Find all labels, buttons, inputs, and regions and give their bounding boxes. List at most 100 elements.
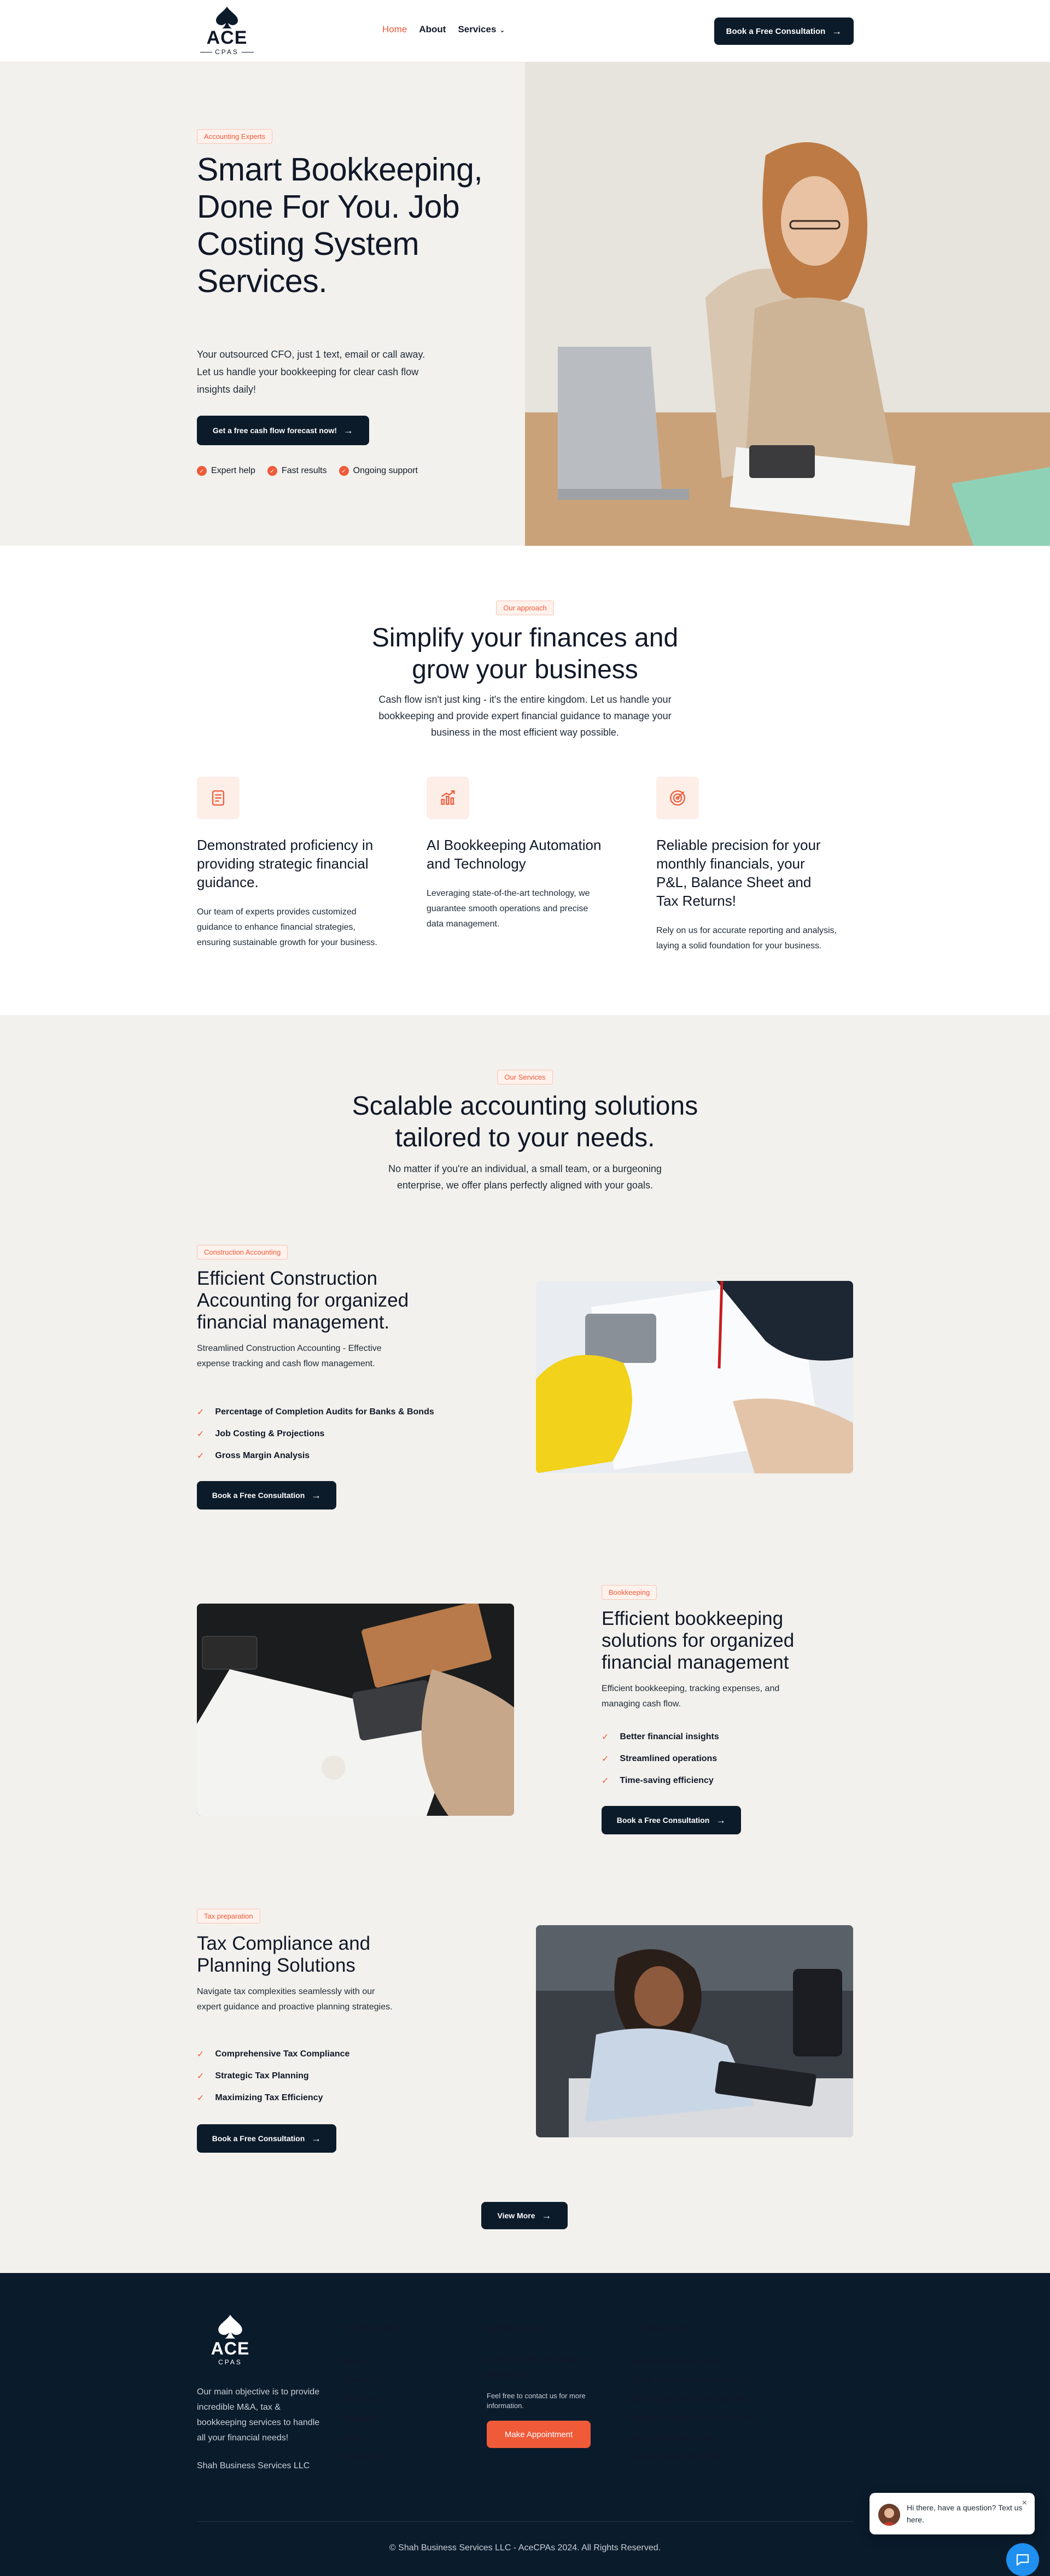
- arrow-right-icon: →: [716, 1814, 726, 1826]
- list-item: ✓ Maximizing Tax Efficiency: [197, 2087, 349, 2109]
- hero-features: ✓ Expert help ✓ Fast results ✓ Ongoing supp…: [197, 466, 418, 476]
- footer-link-about[interactable]: About Us: [342, 2371, 401, 2390]
- spade-icon: [216, 7, 238, 28]
- header-consultation-label: Book a Free Consultation: [726, 26, 826, 36]
- contact-title: Contact Us: [632, 2322, 689, 2335]
- card-text: Our team of experts provides customized …: [197, 907, 377, 947]
- card-title: AI Bookkeeping Automation and Technology: [427, 837, 602, 872]
- chat-launcher-button[interactable]: [1006, 2543, 1039, 2576]
- contact-email[interactable]: admin@acecpas.com: [632, 2352, 756, 2371]
- bookkeeping-list: ✓ Better financial insights ✓ Streamlined …: [602, 1726, 719, 1792]
- list-item-label: Streamlined operations: [620, 1754, 718, 1763]
- check-icon: ✓: [197, 2094, 205, 2103]
- footer-link-contact[interactable]: Contact Us: [342, 2447, 401, 2467]
- bookkeeping-text: Efficient bookkeeping, tracking expenses…: [602, 1684, 780, 1709]
- list-item-label: Percentage of Completion Audits for Bank…: [215, 1407, 434, 1417]
- site-logo[interactable]: ACE CPAS: [197, 5, 257, 57]
- tax-consultation-button[interactable]: Book a Free Consultation →: [197, 2124, 336, 2153]
- hero-forecast-label: Get a free cash flow forecast now!: [212, 426, 337, 435]
- check-icon: ✓: [197, 1452, 205, 1461]
- list-item: ✓ Streamlined operations: [602, 1748, 719, 1770]
- bookkeeping-pill: Bookkeeping: [602, 1585, 657, 1600]
- work-hours-note: Feel free to contact us for more informa…: [487, 2392, 586, 2410]
- construction-list: ✓ Percentage of Completion Audits for Ban…: [197, 1401, 434, 1467]
- nav-home[interactable]: Home: [382, 24, 407, 35]
- list-item: ✓ Strategic Tax Planning: [197, 2065, 349, 2087]
- footer-logo-title: ACE: [211, 2339, 250, 2358]
- nav-services-label: Services: [458, 24, 497, 34]
- list-item-label: Comprehensive Tax Compliance: [215, 2049, 350, 2059]
- list-item-label: Time-saving efficiency: [620, 1776, 714, 1785]
- spade-icon: [218, 2315, 242, 2339]
- feature-label: Fast results: [281, 466, 327, 475]
- arrow-right-icon: →: [311, 2132, 322, 2144]
- construction-title: Efficient Construction Accounting for or…: [197, 1268, 409, 1333]
- arrow-right-icon: →: [541, 2210, 552, 2221]
- feature-item: ✓ Fast results: [267, 466, 327, 476]
- check-icon: ✓: [197, 1408, 205, 1417]
- services-pill: Our Services: [497, 1070, 553, 1085]
- footer-link-webinar[interactable]: Webinar: [342, 2409, 401, 2428]
- bookkeeping-consultation-button[interactable]: Book a Free Consultation →: [602, 1806, 741, 1834]
- feature-label: Ongoing support: [353, 466, 418, 475]
- card-text: Leveraging state-of-the-art technology, …: [427, 889, 590, 929]
- main-nav: Home About Services ⌄: [382, 24, 505, 35]
- hero-description: Your outsourced CFO, just 1 text, email …: [197, 349, 425, 395]
- make-appointment-button[interactable]: Make Appointment: [487, 2421, 591, 2448]
- check-circle-icon: ✓: [339, 466, 349, 476]
- chat-popup[interactable]: Hi there, have a question? Text us here.…: [870, 2493, 1035, 2534]
- logo-title: ACE: [206, 27, 248, 48]
- button-label: Book a Free Consultation: [616, 1816, 710, 1825]
- contact-line: 5540 Centerview Dr, Ste 204: [632, 2395, 748, 2404]
- contact-line: Raleigh, North Carolina 27606: [632, 2414, 756, 2423]
- list-item-label: Gross Margin Analysis: [215, 1451, 310, 1460]
- approach-card: AI Bookkeeping Automation and Technology…: [427, 777, 607, 932]
- card-text: Rely on us for accurate reporting and an…: [656, 926, 837, 951]
- approach-card: Demonstrated proficiency in providing st…: [197, 777, 377, 951]
- hero-forecast-button[interactable]: Get a free cash flow forecast now! →: [197, 416, 369, 445]
- tax-image: [536, 1925, 853, 2137]
- list-item: ✓ Time-saving efficiency: [602, 1770, 719, 1792]
- feature-label: Expert help: [211, 466, 255, 475]
- check-icon: ✓: [197, 2072, 205, 2081]
- construction-image: [536, 1281, 853, 1473]
- view-more-label: View More: [497, 2211, 535, 2220]
- footer-logo-subtitle: CPAS: [218, 2358, 242, 2366]
- bookkeeping-title: Efficient bookkeeping solutions for orga…: [602, 1608, 795, 1673]
- arrow-right-icon: →: [343, 424, 354, 436]
- contact-line: Greensboro, NC 27455: [632, 2452, 726, 2462]
- footer-link-home[interactable]: Home: [342, 2352, 401, 2371]
- tax-text: Navigate tax complexities seamlessly wit…: [197, 1987, 393, 2012]
- approach-title: Simplify your finances and grow your bus…: [371, 623, 679, 684]
- header-consultation-button[interactable]: Book a Free Consultation →: [714, 18, 854, 45]
- card-title: Demonstrated proficiency in providing st…: [197, 837, 374, 890]
- construction-text: Streamlined Construction Accounting - Ef…: [197, 1344, 382, 1368]
- list-item: ✓ Percentage of Completion Audits for Ban…: [197, 1401, 434, 1423]
- work-hours-title: Work Hours: [487, 2322, 547, 2335]
- close-icon[interactable]: ×: [1022, 2498, 1027, 2508]
- target-icon: [656, 777, 699, 819]
- construction-pill: Construction Accounting: [197, 1245, 288, 1260]
- nav-services[interactable]: Services ⌄: [458, 24, 505, 35]
- chat-message: Hi there, have a question? Text us here.: [907, 2503, 1023, 2524]
- footer-logo[interactable]: ACE CPAS: [197, 2313, 264, 2366]
- quick-links: Quick Links Home About Us Services Webin…: [342, 2322, 401, 2467]
- growth-chart-icon: [427, 777, 469, 819]
- tax-pill: Tax preparation: [197, 1909, 260, 1924]
- nav-about[interactable]: About: [419, 24, 446, 35]
- construction-consultation-button[interactable]: Book a Free Consultation →: [197, 1481, 336, 1510]
- contact-us: Contact Us admin@acecpas.com Shah Busine…: [632, 2322, 756, 2467]
- approach-pill-wrap: Our approach: [0, 601, 1050, 615]
- avatar: [878, 2504, 900, 2526]
- view-more-button[interactable]: View More →: [481, 2202, 568, 2229]
- footer-link-blog[interactable]: Blog: [342, 2428, 401, 2447]
- check-icon: ✓: [602, 1755, 609, 1764]
- footer-link-services[interactable]: Services: [342, 2390, 401, 2409]
- chat-icon: [1016, 2554, 1029, 2566]
- site-header: ACE CPAS Home About Services ⌄ Book a Fre…: [0, 0, 1050, 62]
- footer-divider: [197, 2521, 853, 2522]
- feature-item: ✓ Expert help: [197, 466, 255, 476]
- approach-card: Reliable precision for your monthly fina…: [656, 777, 837, 954]
- footer-description: Our main objective is to provide incredi…: [197, 2387, 320, 2443]
- hero-image: [525, 62, 1050, 546]
